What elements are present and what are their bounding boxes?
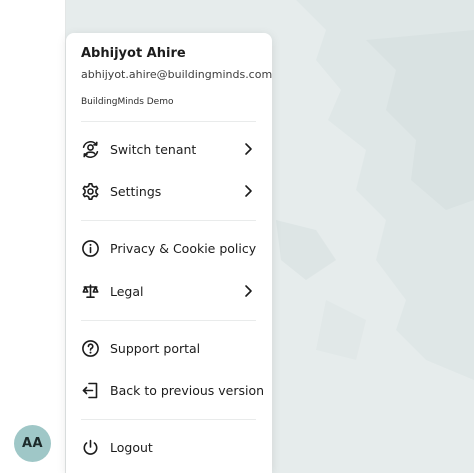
avatar[interactable]: AA xyxy=(14,425,51,462)
help-icon xyxy=(81,339,100,358)
menu-item-legal[interactable]: Legal xyxy=(81,277,261,305)
menu-item-label: Support portal xyxy=(110,340,201,356)
menu-item-label: Privacy & Cookie policy xyxy=(110,240,257,256)
user-email: abhijyot.ahire@buildingminds.com xyxy=(81,68,273,81)
menu-item-label: Settings xyxy=(110,183,162,199)
menu-item-settings[interactable]: Settings xyxy=(81,177,261,205)
chevron-right-icon xyxy=(245,143,252,155)
menu-item-privacy[interactable]: Privacy & Cookie policy xyxy=(81,234,261,262)
divider xyxy=(81,419,256,420)
user-name: Abhijyot Ahire xyxy=(81,46,186,61)
menu-item-support[interactable]: Support portal xyxy=(81,334,261,362)
divider xyxy=(81,320,256,321)
menu-item-label: Logout xyxy=(110,439,153,455)
menu-item-label: Back to previous version xyxy=(110,382,265,398)
info-icon xyxy=(81,239,100,258)
user-menu: Abhijyot Ahire abhijyot.ahire@buildingmi… xyxy=(66,33,272,473)
user-tenant: BuildingMinds Demo xyxy=(81,97,174,107)
menu-item-switch-tenant[interactable]: Switch tenant xyxy=(81,135,261,163)
scale-icon xyxy=(81,282,100,301)
menu-item-label: Legal xyxy=(110,283,144,299)
exit-icon xyxy=(81,381,100,400)
menu-item-logout[interactable]: Logout xyxy=(81,433,261,461)
menu-item-label: Switch tenant xyxy=(110,141,197,157)
divider xyxy=(81,121,256,122)
power-icon xyxy=(81,438,100,457)
divider xyxy=(81,220,256,221)
chevron-right-icon xyxy=(245,285,252,297)
switch-user-icon xyxy=(81,140,100,159)
gear-icon xyxy=(81,182,100,201)
chevron-right-icon xyxy=(245,185,252,197)
menu-item-back-to-previous-version[interactable]: Back to previous version xyxy=(81,376,265,404)
sidebar: AA xyxy=(0,0,66,473)
